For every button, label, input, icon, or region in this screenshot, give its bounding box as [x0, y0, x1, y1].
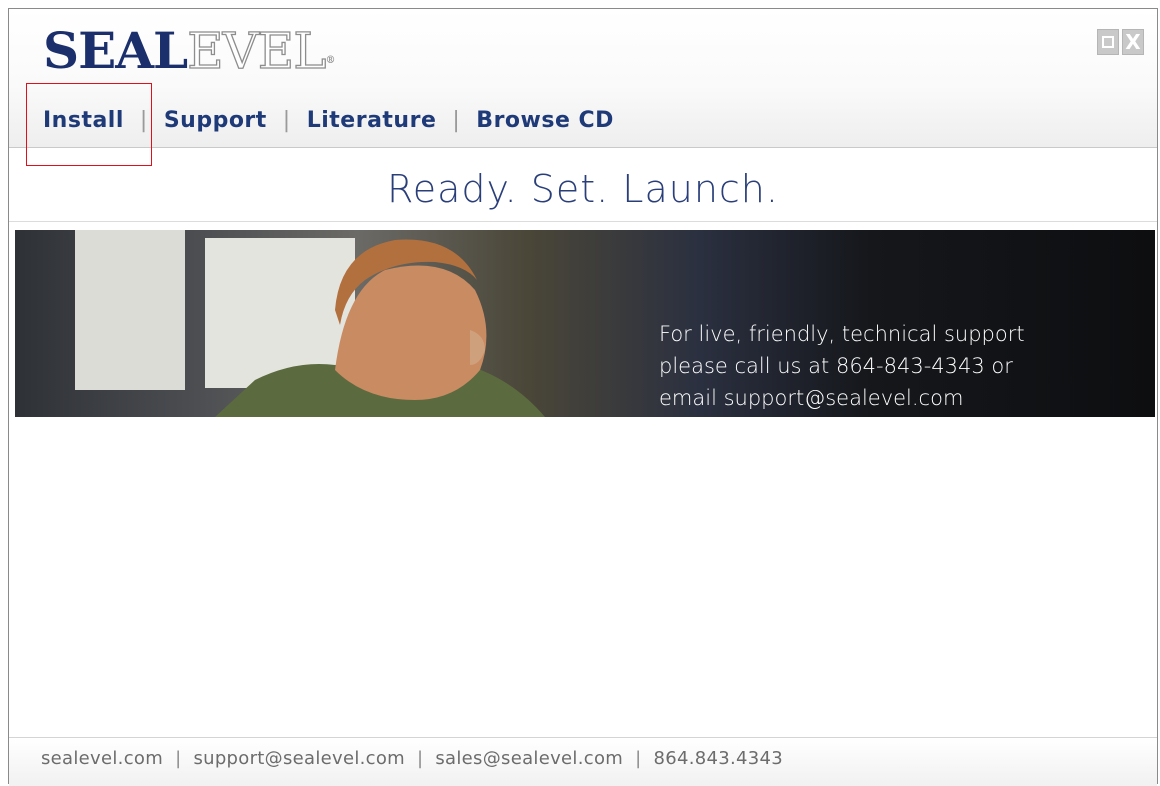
- header: SEALEVEL® X Install | Support | Literatu…: [9, 9, 1157, 148]
- nav-separator: |: [452, 107, 461, 133]
- banner-support-text: For live, friendly, technical support pl…: [659, 318, 1149, 414]
- footer-link-sales-email[interactable]: sales@sealevel.com: [435, 748, 623, 769]
- logo-part-level: EVEL: [187, 22, 328, 80]
- banner-line-3: email support@sealevel.com: [659, 386, 964, 410]
- nav-separator: |: [282, 107, 291, 133]
- maximize-icon: [1102, 36, 1114, 48]
- logo-part-seal: SEAL: [43, 21, 188, 80]
- installer-window: SEALEVEL® X Install | Support | Literatu…: [8, 8, 1158, 786]
- sealevel-logo: SEALEVEL®: [43, 21, 335, 80]
- window-controls: X: [1097, 29, 1144, 55]
- footer: sealevel.com | support@sealevel.com | sales@…: [9, 737, 1157, 786]
- banner-background-paper: [75, 230, 185, 390]
- footer-separator: |: [175, 748, 182, 769]
- banner-line-1: For live, friendly, technical support: [659, 322, 1025, 346]
- nav-install[interactable]: Install: [43, 108, 124, 133]
- maximize-button[interactable]: [1097, 29, 1119, 55]
- nav-literature[interactable]: Literature: [307, 108, 437, 133]
- footer-link-website[interactable]: sealevel.com: [41, 748, 163, 769]
- tagline: Ready. Set. Launch.: [9, 157, 1157, 222]
- banner-line-2: please call us at 864-843-4343 or: [659, 354, 1013, 378]
- support-agent-photo: [215, 239, 545, 417]
- footer-links: sealevel.com | support@sealevel.com | sales@…: [41, 748, 783, 769]
- nav-support[interactable]: Support: [164, 108, 267, 133]
- nav-browse-cd[interactable]: Browse CD: [476, 108, 614, 133]
- main-nav: Install | Support | Literature | Browse …: [43, 105, 614, 135]
- nav-separator: |: [139, 107, 148, 133]
- footer-separator: |: [417, 748, 424, 769]
- logo-registered-mark: ®: [325, 55, 335, 66]
- close-button[interactable]: X: [1122, 29, 1144, 55]
- footer-link-phone[interactable]: 864.843.4343: [653, 748, 783, 769]
- support-banner: For live, friendly, technical support pl…: [15, 230, 1155, 417]
- footer-separator: |: [635, 748, 642, 769]
- close-icon: X: [1125, 30, 1141, 54]
- footer-link-support-email[interactable]: support@sealevel.com: [193, 748, 405, 769]
